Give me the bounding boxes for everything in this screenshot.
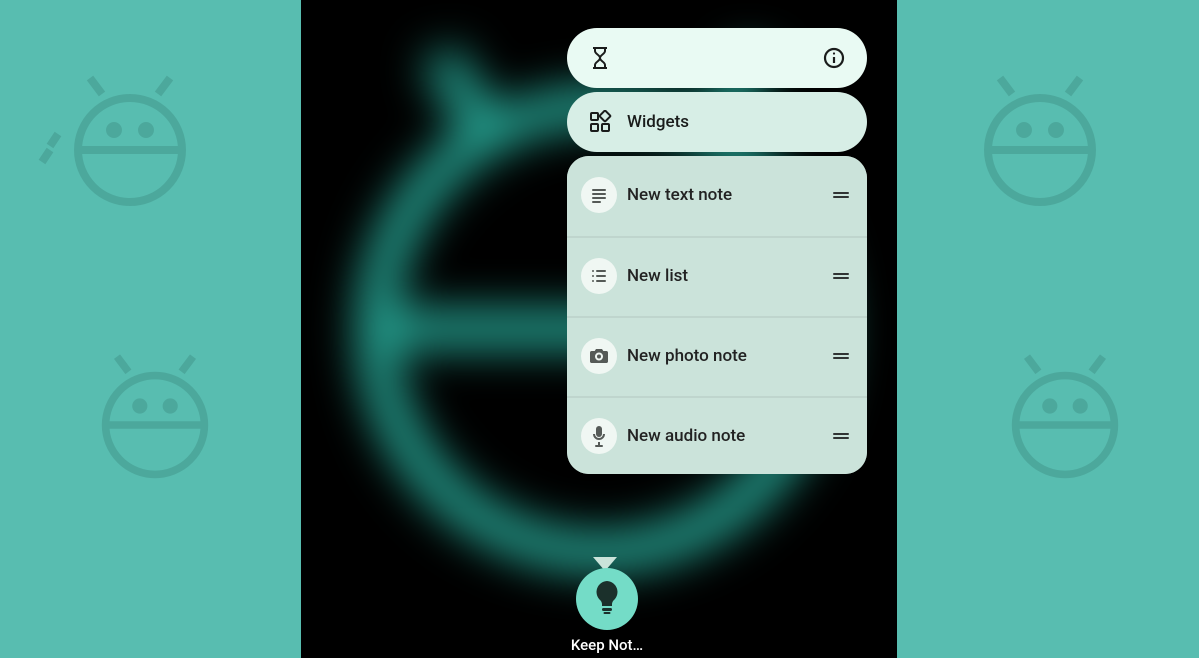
drag-handle-icon[interactable] [831, 430, 851, 442]
widgets-button[interactable]: Widgets [567, 92, 867, 152]
mascot-decoration [30, 50, 230, 250]
drag-handle-icon[interactable] [831, 350, 851, 362]
shortcut-group: New text note New list New photo note [567, 156, 867, 474]
keep-app-icon[interactable] [576, 568, 638, 630]
long-press-menu: Widgets New text note New list [567, 28, 867, 474]
shortcut-new-photo-note[interactable]: New photo note [567, 316, 867, 394]
shortcut-label: New text note [627, 185, 821, 205]
shortcut-label: New audio note [627, 426, 821, 446]
list-icon [581, 258, 617, 294]
info-icon[interactable] [821, 46, 847, 70]
shortcut-label: New list [627, 266, 821, 286]
shortcut-new-list[interactable]: New list [567, 236, 867, 314]
widgets-label: Widgets [627, 112, 847, 132]
app-label: Keep Not… [547, 636, 667, 654]
hourglass-icon[interactable] [587, 46, 613, 70]
text-icon [581, 177, 617, 213]
camera-icon [581, 338, 617, 374]
shortcut-label: New photo note [627, 346, 821, 366]
drag-handle-icon[interactable] [831, 189, 851, 201]
mascot-decoration [940, 50, 1140, 250]
drag-handle-icon[interactable] [831, 270, 851, 282]
mic-icon [581, 418, 617, 454]
lightbulb-icon [591, 579, 623, 619]
mascot-decoration [970, 330, 1160, 520]
phone-screen: Widgets New text note New list [301, 0, 897, 658]
app-actions-row [567, 28, 867, 88]
shortcut-new-audio-note[interactable]: New audio note [567, 396, 867, 474]
mascot-decoration [60, 330, 250, 520]
widgets-icon [587, 110, 613, 134]
shortcut-new-text-note[interactable]: New text note [567, 156, 867, 234]
